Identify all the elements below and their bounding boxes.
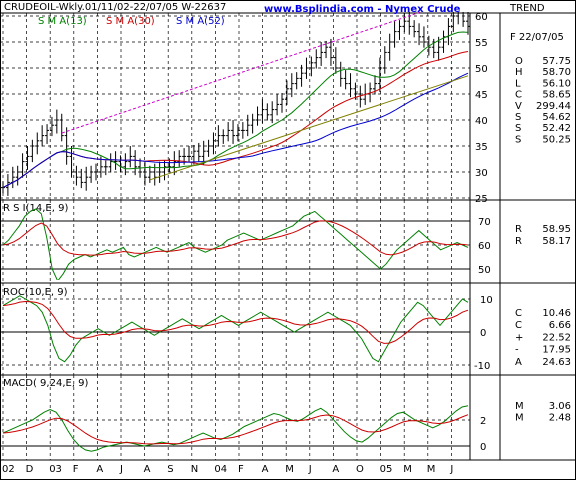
roc-title: ROC(10,E, 9)	[3, 287, 68, 298]
x-tick-label: F	[73, 464, 79, 475]
price-readout-value: 56.10	[542, 78, 571, 89]
x-tick-label: J	[308, 464, 312, 475]
rsi-readout-key: R	[515, 236, 522, 247]
x-tick-label: J	[119, 464, 123, 475]
price-readout-key: S	[515, 123, 521, 134]
x-tick-label: 04	[214, 464, 227, 475]
x-tick-label: M	[285, 464, 294, 475]
roc-readout-value: 17.95	[542, 345, 571, 356]
macd-layer	[2, 405, 469, 452]
x-tick-label: M	[427, 464, 436, 475]
sma52-line	[2, 72, 469, 189]
roc-readout-key: C	[515, 320, 522, 331]
symbol-line: CRUDEOIL-Wkly.01/11/02-22/07/05 W-22637	[4, 2, 226, 13]
x-tick-label: M	[403, 464, 412, 475]
price-tick-label: 45	[475, 90, 488, 101]
price-readout-value: 57.75	[542, 56, 571, 67]
roc-line	[2, 295, 469, 363]
rsi-readout-value: 58.17	[542, 236, 571, 247]
x-tick-label: D	[26, 464, 34, 475]
macd-readout-value: 2.48	[549, 413, 571, 424]
readout-panel: O 57.75 H 58.70 L 56.10 C 58.65 V 299.44 S 54.62 S 52…	[515, 56, 571, 424]
macd-signal-line	[2, 414, 469, 445]
roc-readout-key: -	[515, 345, 519, 356]
rsi-tick-label: 60	[478, 241, 491, 252]
trend-label: TREND	[509, 3, 545, 14]
price-readout-key: S	[515, 134, 521, 145]
price-readout-value: 58.70	[542, 67, 571, 78]
roc-tick-label: -10	[474, 361, 490, 372]
outer-frame	[0, 0, 576, 480]
rsi-readout-value: 58.95	[542, 224, 571, 235]
lower-trendline	[149, 75, 469, 181]
x-tick-label: 05	[380, 464, 393, 475]
roc-readout-value: 10.46	[542, 308, 571, 319]
chart-title: www.Bsplindia.com - Nymex Crude	[264, 4, 461, 15]
x-tick-label: A	[332, 464, 339, 475]
x-tick-label: F	[238, 464, 244, 475]
price-readout-value: 54.62	[542, 112, 571, 123]
roc-readout-key: +	[515, 332, 523, 343]
roc-layer	[2, 295, 469, 363]
roc-readout-key: C	[515, 308, 522, 319]
price-readout-value: 299.44	[536, 101, 571, 112]
macd-tick-label: 0	[480, 442, 486, 453]
price-tick-label: 40	[475, 116, 488, 127]
price-readout-key: C	[515, 90, 522, 101]
price-layer	[1, 12, 470, 196]
macd-readout-value: 3.06	[549, 401, 571, 412]
macd-tick-label: 2	[480, 416, 486, 427]
legend-sma52: S M A(52)	[176, 16, 225, 27]
x-tick-label: O	[356, 464, 364, 475]
x-tick-label: 02	[2, 464, 15, 475]
chart-canvas: CRUDEOIL-Wkly.01/11/02-22/07/05 W-22637 …	[0, 0, 576, 480]
rsi-readout-key: R	[515, 224, 522, 235]
roc-readout-value: 22.52	[542, 332, 571, 343]
x-tick-label: 03	[49, 464, 62, 475]
roc-tick-label: 0	[480, 328, 486, 339]
x-tick-label: S	[167, 464, 173, 475]
price-readout-key: L	[515, 78, 521, 89]
price-tick-label: 25	[475, 194, 488, 205]
macd-title: MACD( 9,24,E, 9)	[3, 378, 89, 389]
price-tick-label: 60	[475, 12, 488, 23]
price-readout-value: 52.42	[542, 123, 571, 134]
roc-readout-value: 6.66	[549, 320, 571, 331]
price-readout-key: H	[515, 67, 523, 78]
price-readout-value: 58.65	[542, 90, 571, 101]
price-readout-value: 50.25	[542, 134, 571, 145]
macd-line	[2, 405, 469, 452]
price-tick-label: 50	[475, 64, 488, 75]
x-tick-label: A	[96, 464, 103, 475]
rsi-tick-label: 50	[478, 265, 491, 276]
price-readout-key: V	[515, 101, 522, 112]
roc-readout-value: 24.63	[542, 357, 571, 368]
rsi-signal-line	[2, 220, 469, 256]
price-tick-label: 55	[475, 38, 488, 49]
roc-readout-key: A	[515, 357, 522, 368]
x-tick-label: A	[144, 464, 151, 475]
macd-readout-key: M	[515, 413, 524, 424]
legend-sma30: S M A(30)	[106, 16, 155, 27]
rsi-tick-label: 70	[478, 217, 491, 228]
date-label: F 22/07/05	[510, 32, 564, 43]
macd-readout-key: M	[515, 401, 524, 412]
roc-signal-line	[2, 300, 469, 344]
sma13-line	[2, 31, 469, 189]
x-tick-label: A	[262, 464, 269, 475]
price-readout-key: O	[515, 56, 523, 67]
price-tick-label: 35	[475, 142, 488, 153]
x-tick-label: N	[191, 464, 198, 475]
chart-root: CRUDEOIL-Wkly.01/11/02-22/07/05 W-22637 …	[0, 0, 576, 480]
x-tick-label: J	[449, 464, 453, 475]
price-tick-label: 30	[475, 168, 488, 179]
legend-sma13: S M A(13)	[38, 16, 87, 27]
roc-tick-label: 10	[480, 295, 493, 306]
price-readout-key: S	[515, 112, 521, 123]
